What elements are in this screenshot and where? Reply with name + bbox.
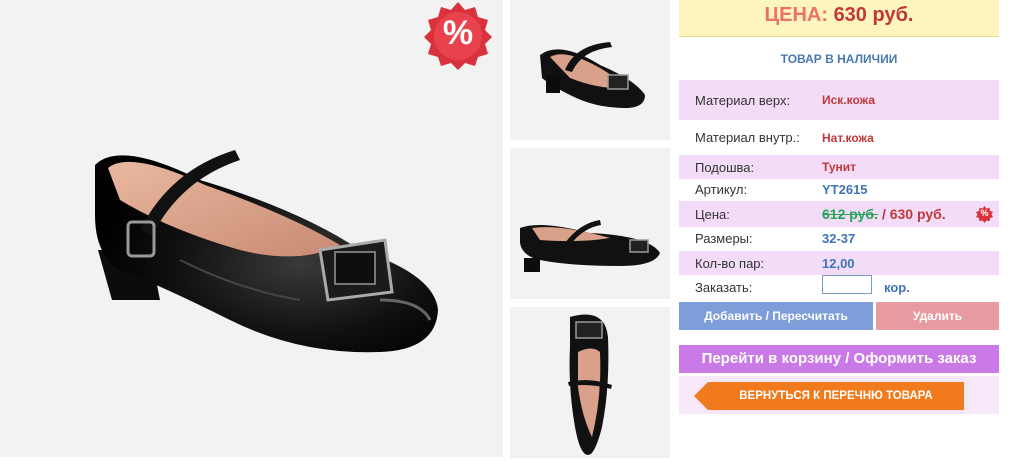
spec-label: Артикул: [695, 182, 748, 197]
old-price: 612 руб. [822, 206, 878, 222]
quantity-input[interactable] [822, 275, 872, 294]
spec-label: Цена: [695, 206, 730, 222]
spec-row-price: Цена: 612 руб. / 630 руб. % [679, 201, 999, 227]
spec-row-sizes: Размеры: 32-37 [679, 227, 999, 249]
spec-label: Кол-во пар: [695, 255, 765, 271]
spec-label: Размеры: [695, 230, 753, 246]
spec-row-material-top: Материал верх: Иск.кожа [679, 80, 999, 120]
sale-badge: % [422, 0, 494, 70]
spec-value: Иск.кожа [822, 93, 875, 107]
spec-label: Материал внутр.: [695, 130, 800, 145]
thumbnail-2[interactable] [510, 148, 670, 299]
add-recalculate-button[interactable]: Добавить / Пересчитать [679, 302, 873, 330]
back-to-list-button[interactable]: ВЕРНУТЬСЯ К ПЕРЕЧНЮ ТОВАРА [694, 382, 964, 410]
thumbnail-3[interactable] [510, 307, 670, 458]
main-product-image[interactable]: % [0, 0, 503, 457]
go-to-cart-button[interactable]: Перейти в корзину / Оформить заказ [679, 345, 999, 373]
spec-value: Нат.кожа [822, 130, 874, 145]
delete-button[interactable]: Удалить [876, 302, 999, 330]
sale-badge-label: % [442, 14, 474, 52]
price-values: 612 руб. / 630 руб. [822, 201, 946, 227]
price-header: ЦЕНА: 630 руб. [679, 0, 999, 37]
discount-badge-icon: % [976, 206, 993, 223]
spec-value: YT2615 [822, 182, 868, 197]
thumbnail-1[interactable] [510, 0, 670, 140]
price-header-label: ЦЕНА: [764, 4, 829, 26]
spec-row-pairs: Кол-во пар: 12,00 [679, 251, 999, 275]
back-to-list-label: ВЕРНУТЬСЯ К ПЕРЕЧНЮ ТОВАРА [739, 390, 933, 402]
spec-label: Заказать: [695, 279, 753, 295]
spec-row-sole: Подошва: Тунит [679, 155, 999, 179]
spec-row-material-inner: Материал внутр.: Нат.кожа [679, 120, 999, 155]
spec-row-article: Артикул: YT2615 [679, 179, 999, 200]
spec-label: Подошва: [695, 159, 755, 175]
back-arrow-icon [694, 382, 708, 410]
spec-row-order: Заказать: кор. [679, 275, 999, 299]
spec-value: Тунит [822, 160, 857, 174]
new-price: / 630 руб. [881, 206, 946, 222]
spec-label: Материал верх: [695, 92, 791, 108]
stock-status: ТОВАР В НАЛИЧИИ [780, 52, 898, 66]
discount-badge-label: % [980, 208, 989, 218]
quantity-unit: кор. [884, 279, 910, 295]
spec-value: 12,00 [822, 255, 855, 271]
price-header-value: 630 руб. [833, 4, 914, 26]
spec-value: 32-37 [822, 230, 856, 246]
back-button-container: ВЕРНУТЬСЯ К ПЕРЕЧНЮ ТОВАРА [679, 376, 999, 414]
